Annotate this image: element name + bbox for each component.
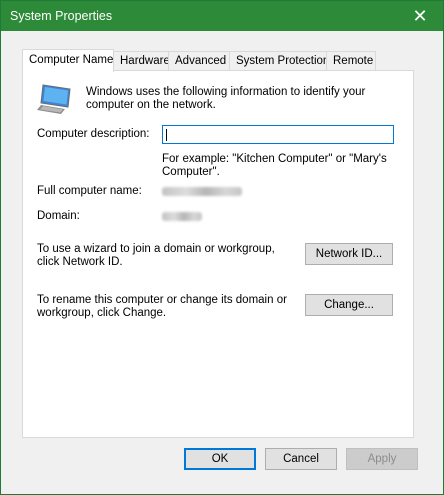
domain-value-redacted <box>162 212 202 221</box>
example-text: For example: "Kitchen Computer" or "Mary… <box>162 153 387 178</box>
domain-label: Domain: <box>37 210 80 222</box>
tab-system-protection[interactable]: System Protection <box>229 51 329 70</box>
computer-monitor-icon <box>37 84 71 114</box>
system-properties-window: System Properties ✕ Computer Name Hardwa… <box>0 0 444 495</box>
tab-computer-name[interactable]: Computer Name <box>22 49 114 72</box>
tab-remote[interactable]: Remote <box>326 51 376 70</box>
rename-text: To rename this computer or change its do… <box>37 294 287 319</box>
cancel-button[interactable]: Cancel <box>265 448 337 470</box>
network-id-button[interactable]: Network ID... <box>305 243 393 265</box>
close-icon[interactable]: ✕ <box>397 1 443 31</box>
tab-advanced[interactable]: Advanced <box>168 51 230 70</box>
computer-description-input[interactable] <box>162 125 394 144</box>
window-title: System Properties <box>10 9 113 23</box>
title-bar[interactable]: System Properties ✕ <box>1 1 443 31</box>
description-label: Computer description: <box>37 128 150 140</box>
text-caret <box>166 129 167 141</box>
full-name-label: Full computer name: <box>37 185 142 197</box>
change-button[interactable]: Change... <box>305 294 393 316</box>
full-name-value-redacted <box>162 187 242 196</box>
network-id-text: To use a wizard to join a domain or work… <box>37 243 275 268</box>
computer-name-panel: Windows uses the following information t… <box>22 70 414 438</box>
intro-text: Windows uses the following information t… <box>86 86 366 111</box>
tab-hardware[interactable]: Hardware <box>113 51 170 70</box>
ok-button[interactable]: OK <box>184 448 256 470</box>
apply-button[interactable]: Apply <box>346 448 418 470</box>
